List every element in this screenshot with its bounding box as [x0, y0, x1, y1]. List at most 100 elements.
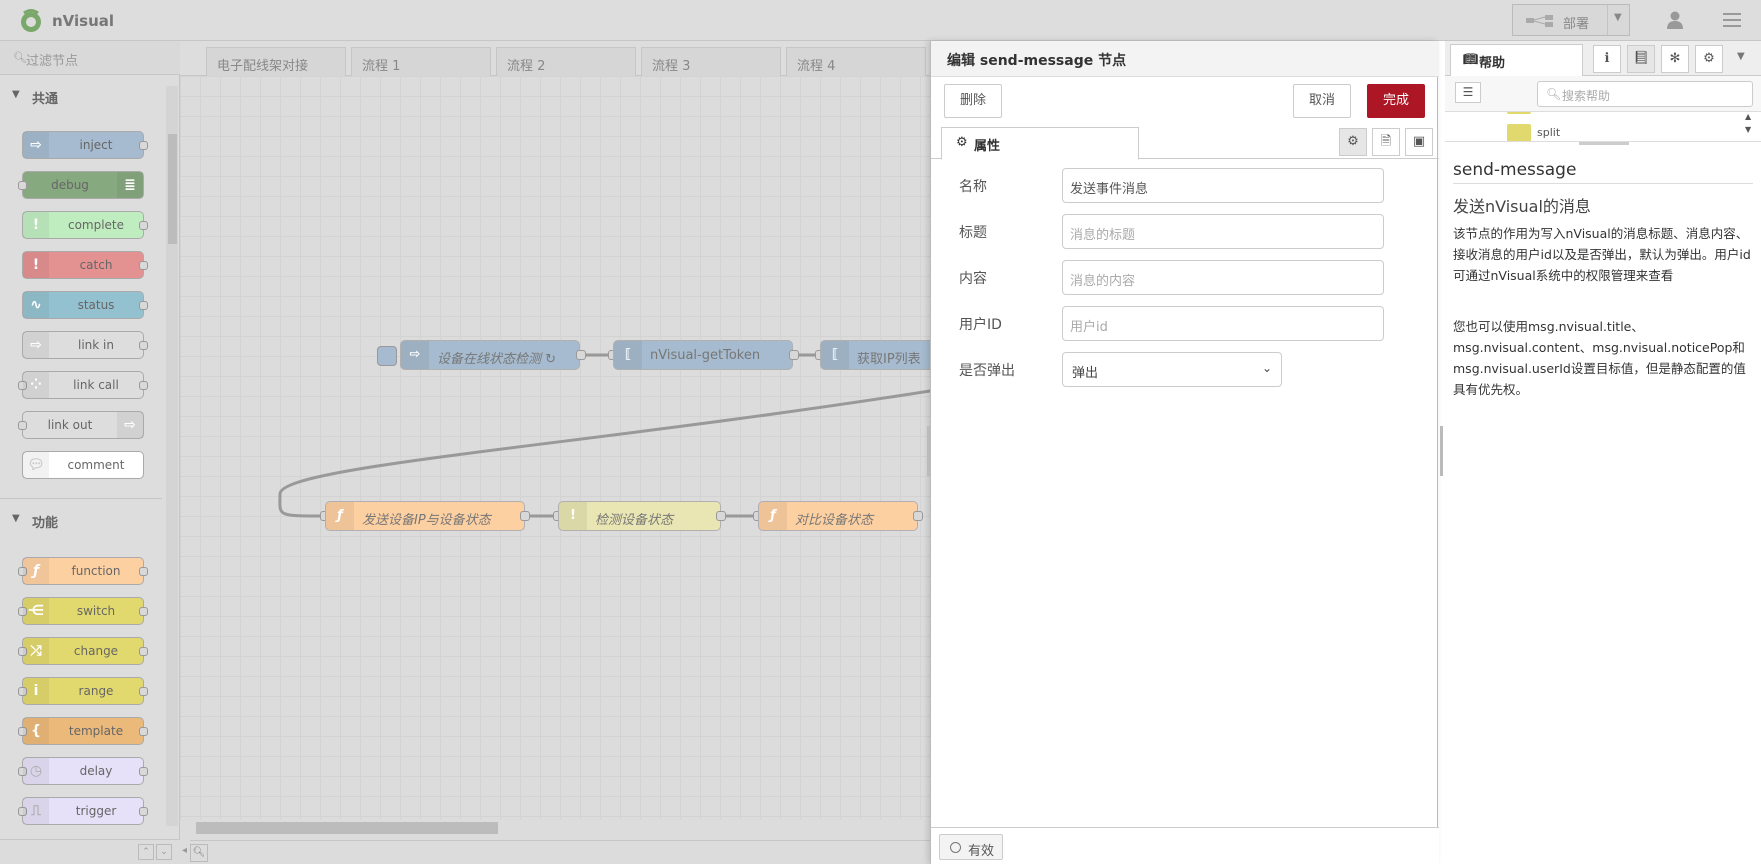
flow-node-inject[interactable]: ⇨ 设备在线状态检测 ↻ [400, 340, 580, 370]
tab-help[interactable]: 📖︎ 帮助 [1450, 44, 1583, 77]
comment-icon: 💬︎ [23, 452, 49, 478]
node-label: function [71, 564, 121, 578]
user-menu-button[interactable] [1655, 4, 1695, 36]
tab-flow[interactable]: 流程 3 [641, 47, 781, 76]
info-tab-button[interactable]: ℹ [1593, 45, 1621, 73]
tab-flow[interactable]: 流程 4 [786, 47, 926, 76]
main-menu-button[interactable] [1712, 4, 1752, 36]
output-port[interactable] [520, 511, 530, 521]
sidebar-tabs: 📖︎ 帮助 ℹ 📘︎ ✻ ⚙ ▼ [1445, 41, 1761, 77]
delete-button[interactable]: 删除 [944, 84, 1002, 118]
help-heading: send-message [1453, 160, 1577, 180]
node-appearance-button[interactable]: ▣ [1405, 128, 1433, 156]
link-out-icon: ⇨ [117, 412, 143, 438]
palette-node-range[interactable]: ⅰ range [18, 677, 148, 705]
palette-node-function[interactable]: ƒ function [18, 557, 148, 585]
tray-header: 编辑 send-message 节点 [931, 41, 1439, 77]
deploy-icon [1526, 15, 1553, 27]
title-input[interactable]: 消息的标题 [1062, 214, 1384, 249]
gear-icon: ⚙ [956, 135, 968, 150]
palette-node-trigger[interactable]: ⎍ trigger [18, 797, 148, 825]
tab-flow[interactable]: 流程 2 [496, 47, 636, 76]
file-text-icon: 🗎︎ [1380, 134, 1392, 149]
enabled-toggle-button[interactable]: 有效 [939, 834, 1003, 860]
palette-node-complete[interactable]: ! complete [22, 211, 148, 239]
cancel-button[interactable]: 取消 [1293, 84, 1351, 118]
palette-node-link-call[interactable]: ⁘ link call [18, 371, 148, 399]
scroll-up-icon[interactable]: ▲ [1745, 112, 1751, 121]
tree-resize-handle[interactable] [1579, 142, 1629, 145]
help-node-tree: split ▲ ▼ [1445, 112, 1761, 142]
tab-flow[interactable]: 流程 1 [351, 47, 491, 76]
palette-node-switch[interactable]: ⋲ switch [18, 597, 148, 625]
deploy-dropdown-icon[interactable]: ▼ [1614, 12, 1622, 23]
palette-node-catch[interactable]: ! catch [22, 251, 148, 279]
node-label: comment [67, 458, 125, 472]
palette-node-link-out[interactable]: link out ⇨ [18, 411, 144, 439]
output-port[interactable] [913, 511, 923, 521]
book-icon: 📖︎ [1463, 52, 1479, 66]
help-paragraph: 该节点的作用为写入nVisual的消息标题、消息内容、接收消息的用户id以及是否… [1453, 226, 1751, 283]
palette-node-debug[interactable]: debug ≣ [18, 171, 144, 199]
name-input[interactable]: 发送事件消息 [1062, 168, 1384, 203]
scroll-thumb[interactable] [168, 134, 177, 244]
category-function-header[interactable]: ▼ 功能 [0, 504, 162, 536]
palette-node-inject[interactable]: ⇨ inject [22, 131, 148, 159]
canvas-horizontal-scrollbar[interactable] [196, 822, 498, 834]
sidebar-menu-dropdown-icon[interactable]: ▼ [1737, 51, 1745, 62]
bracket-icon: ⟦ [821, 341, 849, 369]
output-port [139, 607, 148, 616]
output-port[interactable] [576, 350, 586, 360]
output-port[interactable] [716, 511, 726, 521]
tab-properties[interactable]: ⚙ 属性 [941, 127, 1139, 160]
palette-node-link-in[interactable]: ⇨ link in [22, 331, 148, 359]
category-common-header[interactable]: ▼ 共通 [0, 80, 162, 112]
tray-resize-handle[interactable] [927, 426, 930, 476]
debug-tab-button[interactable]: ✻ [1661, 45, 1689, 73]
inject-trigger-button[interactable] [377, 346, 397, 366]
output-port [139, 647, 148, 656]
flow-node-function[interactable]: ƒ 发送设备IP与设备状态 [325, 501, 525, 531]
scroll-down-icon[interactable]: ▼ [1745, 125, 1751, 134]
help-divider [1453, 183, 1753, 184]
scroll-left-icon[interactable]: ◂ [182, 845, 187, 856]
node-label: 发送设备IP与设备状态 [362, 513, 491, 528]
config-tab-button[interactable]: ⚙ [1695, 45, 1723, 73]
flow-canvas[interactable]: ⇨ 设备在线状态检测 ↻ ⟦ nVisual-getToken ⟦ 获取IP列表… [180, 76, 930, 820]
deploy-button[interactable]: 部署 ▼ [1512, 4, 1630, 36]
done-button[interactable]: 完成 [1367, 84, 1425, 118]
output-port[interactable] [789, 350, 799, 360]
palette-node-delay[interactable]: ◷ delay [18, 757, 148, 785]
output-port [139, 687, 148, 696]
palette-node-status[interactable]: ∿ status [22, 291, 148, 319]
expand-all-icon[interactable]: ⌄ [156, 844, 172, 860]
tab-flow[interactable]: 电子配线架对接 [206, 47, 346, 76]
flow-node-get-ip-list[interactable]: ⟦ 获取IP列表 [820, 340, 930, 370]
help-search-input[interactable]: 🔍︎ 搜索帮助 [1537, 81, 1753, 107]
inject-icon: ⇨ [401, 341, 429, 369]
toggle-tree-button[interactable]: ☰ [1455, 82, 1481, 103]
search-icon[interactable]: 🔍︎ [190, 844, 208, 862]
palette-node-change[interactable]: ⤮ change [18, 637, 148, 665]
userid-label: 用户ID [959, 317, 1002, 333]
help-search-placeholder: 搜索帮助 [1562, 89, 1611, 103]
palette-node-comment[interactable]: 💬︎ comment [22, 451, 144, 479]
node-settings-button[interactable]: ⚙ [1339, 128, 1367, 156]
sidebar-resize-handle[interactable] [1440, 426, 1443, 476]
tree-item-label[interactable]: split [1537, 126, 1560, 139]
flow-node-check-status[interactable]: ! 检测设备状态 [558, 501, 721, 531]
flow-node-compare-status[interactable]: ƒ 对比设备状态 [758, 501, 918, 531]
content-input[interactable]: 消息的内容 [1062, 260, 1384, 295]
link-call-icon: ⁘ [23, 372, 49, 398]
flow-node-gettoken[interactable]: ⟦ nVisual-getToken [613, 340, 793, 370]
palette-scrollbar[interactable] [166, 86, 178, 826]
palette-search-input[interactable]: 🔍︎ 过滤节点 [0, 41, 180, 75]
search-icon: 🔍︎ [13, 51, 27, 64]
help-tab-button[interactable]: 📘︎ [1627, 45, 1655, 73]
node-description-button[interactable]: 🗎︎ [1372, 128, 1400, 156]
collapse-all-icon[interactable]: ⌃ [138, 844, 154, 860]
node-label: 检测设备状态 [595, 513, 674, 528]
userid-input[interactable]: 用户id [1062, 306, 1384, 341]
palette-node-template[interactable]: { template [18, 717, 148, 745]
popup-select[interactable]: 弹出 ⌄ [1062, 352, 1282, 387]
